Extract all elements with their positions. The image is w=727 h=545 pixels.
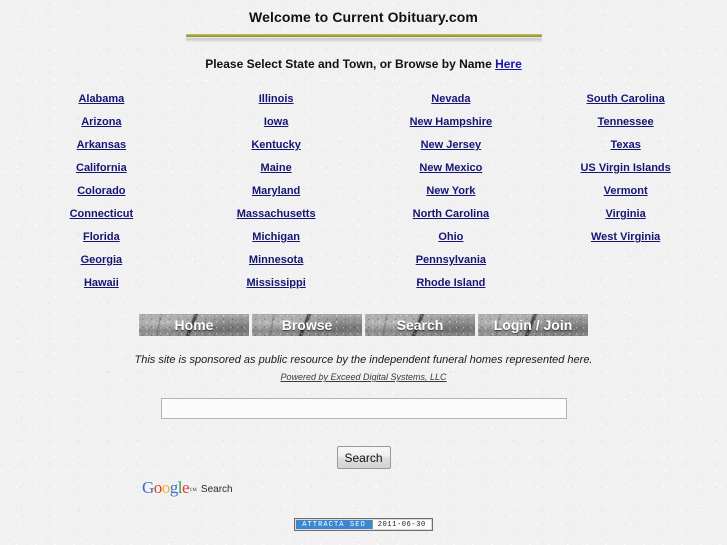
powered-by-text: Powered by Exceed Digital Systems, LLC	[280, 372, 447, 382]
state-link-mississippi[interactable]: Mississippi	[189, 278, 364, 289]
state-link-connecticut[interactable]: Connecticut	[14, 209, 189, 220]
nav-button-home-label: Home	[174, 317, 214, 333]
state-link-minnesota[interactable]: Minnesota	[189, 255, 364, 266]
google-letter-e: e	[182, 478, 190, 497]
state-link-california[interactable]: California	[14, 163, 189, 174]
state-column-3: Nevada New Hampshire New Jersey New Mexi…	[364, 94, 539, 301]
state-link-south-carolina[interactable]: South Carolina	[538, 94, 713, 105]
state-link-massachusetts[interactable]: Massachusetts	[189, 209, 364, 220]
state-link-virginia[interactable]: Virginia	[538, 209, 713, 220]
nav-button-browse[interactable]: Browse	[252, 314, 362, 336]
state-link-new-mexico[interactable]: New Mexico	[364, 163, 539, 174]
state-link-texas[interactable]: Texas	[538, 140, 713, 151]
page-title: Welcome to Current Obituary.com	[249, 9, 478, 25]
attracta-badge-name: ATTRACTA SEO	[296, 520, 373, 529]
google-letter-o1: o	[153, 478, 163, 497]
state-link-arkansas[interactable]: Arkansas	[14, 140, 189, 151]
state-link-new-hampshire[interactable]: New Hampshire	[364, 117, 539, 128]
nav-button-search[interactable]: Search	[365, 314, 475, 336]
state-link-hawaii[interactable]: Hawaii	[14, 278, 189, 289]
state-column-2: Illinois Iowa Kentucky Maine Maryland Ma…	[189, 94, 364, 301]
google-search-form: Search	[0, 398, 727, 469]
nav-button-browse-label: Browse	[281, 317, 333, 333]
state-link-columns: Alabama Arizona Arkansas California Colo…	[0, 94, 727, 301]
state-link-illinois[interactable]: Illinois	[189, 94, 364, 105]
state-link-us-virgin-islands[interactable]: US Virgin Islands	[538, 163, 713, 174]
google-letter-g2: g	[169, 478, 179, 497]
google-branding: Google ™ Search	[142, 478, 727, 497]
state-link-north-carolina[interactable]: North Carolina	[364, 209, 539, 220]
header-divider	[185, 34, 542, 42]
nav-button-home[interactable]: Home	[139, 314, 249, 336]
google-letter-o2: o	[161, 478, 171, 497]
state-link-colorado[interactable]: Colorado	[14, 186, 189, 197]
state-link-ohio[interactable]: Ohio	[364, 232, 539, 243]
attracta-badge-row: ATTRACTA SEO 2011-06-30	[0, 518, 727, 531]
state-link-maryland[interactable]: Maryland	[189, 186, 364, 197]
state-link-west-virginia[interactable]: West Virginia	[538, 232, 713, 243]
attracta-badge-date: 2011-06-30	[372, 520, 431, 529]
gold-rule-shadow	[185, 38, 542, 42]
state-link-iowa[interactable]: Iowa	[189, 117, 364, 128]
state-link-maine[interactable]: Maine	[189, 163, 364, 174]
state-link-georgia[interactable]: Georgia	[14, 255, 189, 266]
browse-by-name-link[interactable]: Here	[495, 57, 522, 71]
state-link-kentucky[interactable]: Kentucky	[189, 140, 364, 151]
nav-button-login-join-label: Login / Join	[493, 317, 573, 333]
gold-rule	[185, 34, 542, 37]
google-letter-g: G	[142, 478, 154, 497]
state-link-pennsylvania[interactable]: Pennsylvania	[364, 255, 539, 266]
state-link-tennessee[interactable]: Tennessee	[538, 117, 713, 128]
state-link-nevada[interactable]: Nevada	[364, 94, 539, 105]
subtitle-text: Please Select State and Town, or Browse …	[205, 57, 496, 71]
google-logo-icon: Google	[142, 478, 190, 497]
state-link-florida[interactable]: Florida	[14, 232, 189, 243]
state-link-rhode-island[interactable]: Rhode Island	[364, 278, 539, 289]
state-link-vermont[interactable]: Vermont	[538, 186, 713, 197]
state-link-new-york[interactable]: New York	[364, 186, 539, 197]
subtitle: Please Select State and Town, or Browse …	[0, 57, 727, 71]
state-link-arizona[interactable]: Arizona	[14, 117, 189, 128]
main-navigation: Home Browse Search Login / Join	[0, 314, 727, 336]
state-link-alabama[interactable]: Alabama	[14, 94, 189, 105]
state-link-new-jersey[interactable]: New Jersey	[364, 140, 539, 151]
trademark-icon: ™	[189, 486, 197, 495]
nav-button-search-label: Search	[396, 317, 444, 333]
state-column-1: Alabama Arizona Arkansas California Colo…	[14, 94, 189, 301]
sponsor-text: This site is sponsored as public resourc…	[134, 354, 593, 366]
page-root: Welcome to Current Obituary.com Please S…	[0, 0, 727, 545]
search-button[interactable]: Search	[336, 446, 391, 469]
state-link-michigan[interactable]: Michigan	[189, 232, 364, 243]
attracta-seo-badge[interactable]: ATTRACTA SEO 2011-06-30	[294, 518, 433, 531]
google-search-label: Search	[200, 484, 233, 495]
search-input[interactable]	[160, 398, 567, 419]
state-column-4: South Carolina Tennessee Texas US Virgin…	[538, 94, 713, 301]
nav-button-login-join[interactable]: Login / Join	[478, 314, 588, 336]
